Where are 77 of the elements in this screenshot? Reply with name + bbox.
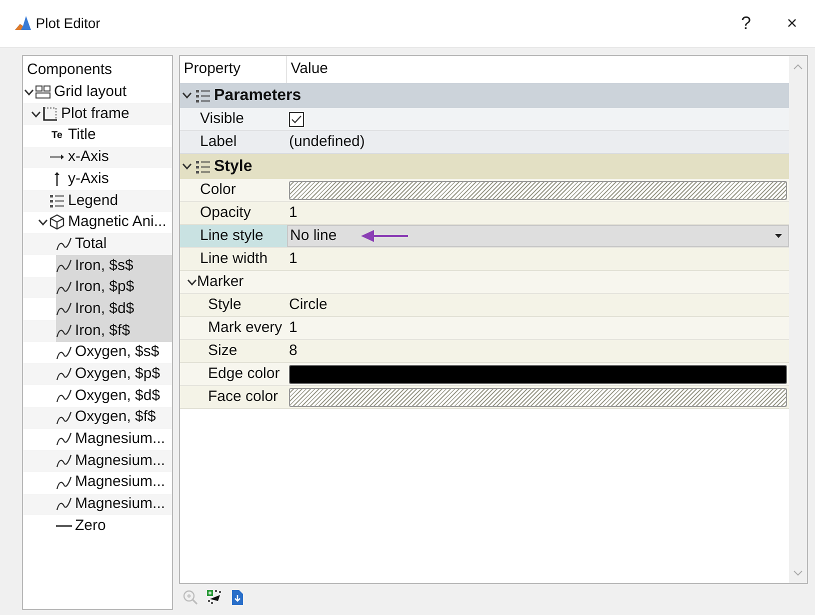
export-file-icon[interactable] [229, 588, 245, 606]
legend-icon [49, 192, 65, 209]
tree-item[interactable]: Magnesium... [56, 428, 172, 450]
property-label: Size [207, 340, 238, 361]
column-header: Value [290, 59, 330, 80]
list-icon [195, 158, 211, 174]
property-value: (undefined) [289, 132, 365, 152]
property-value: 1 [289, 318, 298, 338]
line-icon [56, 525, 72, 528]
check-icon [291, 114, 302, 124]
tree-item[interactable]: Oxygen, $s$ [56, 342, 172, 364]
tree-item[interactable]: Oxygen, $d$ [56, 385, 172, 407]
column-header: Components [27, 60, 112, 80]
property-label: Face color [207, 386, 280, 407]
curve-icon [56, 258, 72, 274]
frame-icon [42, 106, 58, 122]
tree-item[interactable]: Zero [56, 515, 172, 537]
property-group-label: Marker [197, 272, 244, 292]
close-button[interactable]: × [769, 0, 815, 48]
tree-item[interactable]: Grid layout [35, 82, 172, 104]
color-swatch[interactable] [289, 388, 787, 406]
curve-icon [56, 388, 72, 404]
chevron-icon[interactable] [31, 110, 41, 118]
curve-icon [56, 301, 72, 318]
property-label: Edge color [207, 364, 281, 384]
list-icon [195, 88, 211, 104]
grid-layout-icon [35, 84, 51, 100]
property-group-label: Style [214, 156, 252, 176]
property-label: Color [199, 180, 237, 200]
curve-icon [56, 366, 72, 382]
property-value: 1 [289, 248, 298, 269]
dropdown[interactable]: No line [287, 225, 789, 247]
add-node-icon[interactable] [206, 588, 222, 606]
tree-item[interactable]: Iron, $s$ [56, 255, 172, 277]
tree-item[interactable]: Iron, $f$ [56, 320, 172, 342]
curve-icon [56, 322, 72, 339]
curve-icon [56, 410, 72, 426]
group-header[interactable]: Parameters [180, 83, 789, 108]
curve-icon [56, 280, 72, 296]
curve-icon [56, 474, 72, 491]
property-group-label: Parameters [214, 86, 302, 106]
property-value: 8 [289, 340, 298, 361]
title-icon: Te [49, 128, 65, 144]
property-label: Mark every [207, 318, 284, 338]
chevron-icon[interactable] [182, 163, 192, 170]
curve-icon [56, 453, 72, 470]
property-value: Circle [289, 294, 328, 315]
color-swatch[interactable] [289, 180, 787, 200]
tree-item[interactable]: Magnesium... [56, 472, 172, 494]
tree-item[interactable]: Iron, $p$ [56, 276, 172, 298]
window-title: Plot Editor [36, 14, 100, 33]
property-label: Opacity [199, 202, 252, 223]
tree-item[interactable]: Iron, $d$ [56, 298, 172, 320]
tree-item[interactable]: y-Axis [49, 168, 172, 190]
property-label: Label [199, 132, 238, 152]
curve-icon [56, 236, 72, 252]
chevron-icon[interactable] [182, 92, 192, 99]
app-logo-icon [14, 14, 32, 32]
dropdown-caret-icon[interactable] [775, 234, 782, 238]
group-header[interactable]: Style [180, 154, 789, 179]
chevron-icon[interactable] [38, 218, 48, 226]
checkbox[interactable] [289, 112, 304, 126]
property-value: 1 [289, 202, 298, 223]
tree-item[interactable]: Te Title [49, 124, 172, 147]
curve-icon [56, 344, 72, 361]
property-label: Line style [180, 225, 287, 247]
tree-item[interactable]: Magnetic Ani... [49, 212, 172, 234]
property-label: Line width [199, 248, 269, 269]
property-label: Visible [199, 108, 245, 129]
help-button[interactable]: ? [723, 0, 769, 48]
curve-icon [56, 496, 72, 512]
chevron-icon[interactable] [24, 88, 34, 96]
property-label: Style [207, 294, 242, 315]
chevron-icon[interactable] [187, 278, 197, 286]
color-swatch[interactable] [289, 364, 787, 384]
cube-icon [49, 214, 65, 230]
curve-icon [56, 431, 72, 448]
